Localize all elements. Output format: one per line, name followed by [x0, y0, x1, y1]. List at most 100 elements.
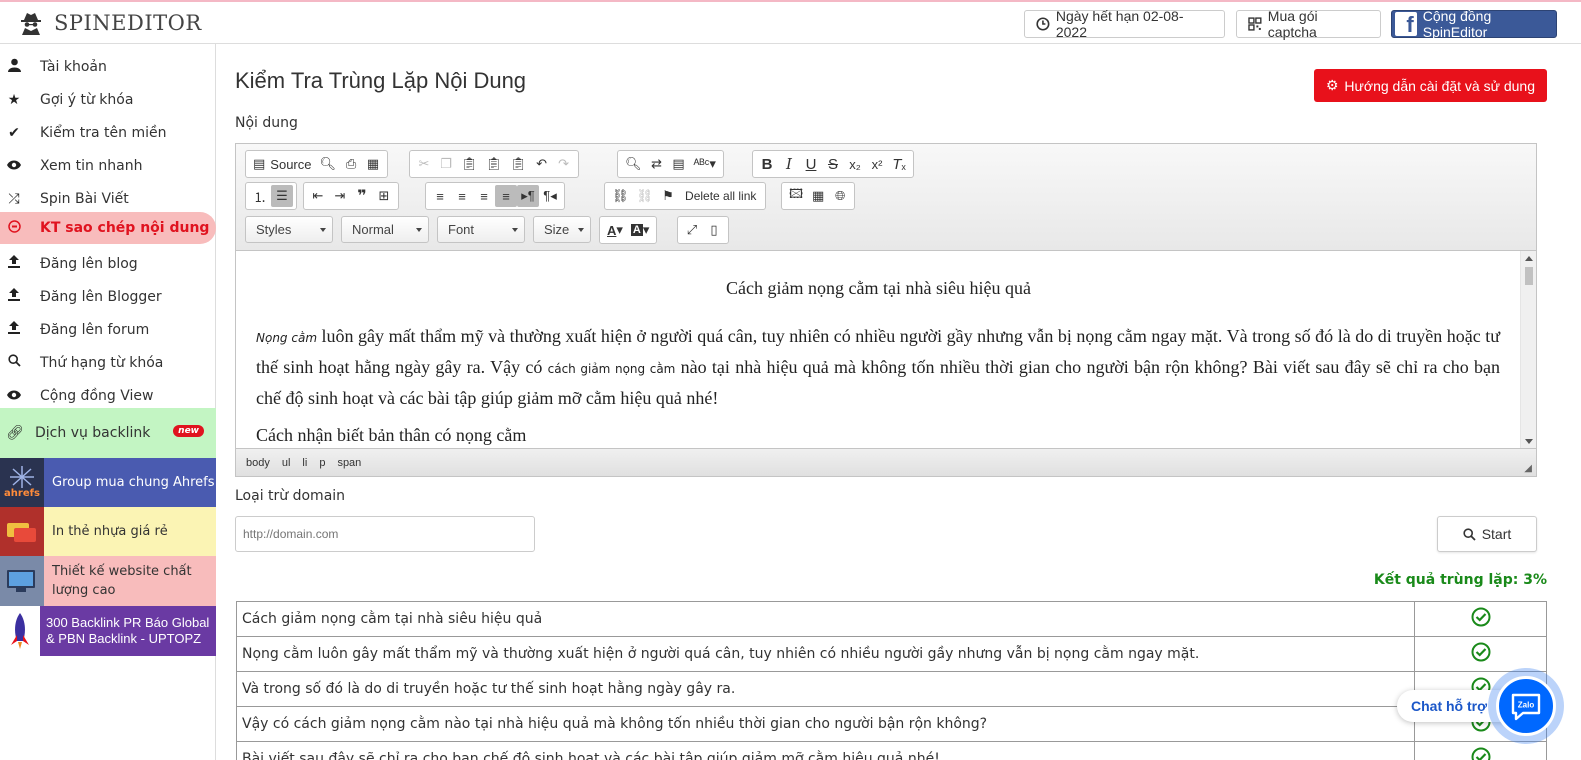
- expiry-button[interactable]: Ngày hết hạn 02-08-2022: [1024, 8, 1225, 40]
- strike-icon[interactable]: S: [822, 153, 844, 175]
- italic-icon[interactable]: I: [778, 153, 800, 175]
- font-select[interactable]: Font: [437, 216, 525, 243]
- sidebar-item-backlink[interactable]: 🔗︎ Dịch vụ backlink new: [0, 408, 216, 458]
- size-select[interactable]: Size: [533, 216, 591, 243]
- path-item[interactable]: body: [246, 457, 270, 469]
- card-thumb-image: [0, 507, 44, 556]
- sidebar-item-label: Đăng lên blog: [40, 255, 138, 272]
- image-icon[interactable]: 🖾: [785, 185, 807, 207]
- resize-handle-icon[interactable]: ◢: [1524, 463, 1532, 474]
- source-label: Source: [270, 156, 312, 172]
- paste-icon[interactable]: 📋︎: [457, 153, 482, 175]
- redo-icon[interactable]: ↷: [553, 153, 575, 175]
- align-left-icon[interactable]: ≡: [429, 185, 451, 207]
- spellcheck-icon[interactable]: ᴬᴮᶜ▾: [690, 153, 720, 175]
- rtl-icon[interactable]: ¶◂: [539, 185, 561, 207]
- select-all-icon[interactable]: ▤: [668, 153, 690, 175]
- sidebar-item-account[interactable]: Tài khoản: [0, 50, 216, 83]
- find-icon[interactable]: 🔍︎: [621, 153, 646, 175]
- source-icon: ▤: [253, 156, 266, 171]
- sidebar-item-post-blog[interactable]: Đăng lên blog: [0, 247, 216, 280]
- source-button[interactable]: ▤ Source: [249, 153, 316, 175]
- toolbar-group-document: ▤ Source 🔍︎ ⎙ ▦: [245, 150, 389, 178]
- copy-icon[interactable]: ❐: [435, 153, 457, 175]
- user-icon: [7, 58, 21, 76]
- upload-icon: [7, 321, 21, 338]
- bulleted-list-icon[interactable]: ☰: [271, 185, 293, 207]
- sidebar-item-quick-news[interactable]: Xem tin nhanh: [0, 149, 216, 182]
- facebook-icon: f: [1395, 12, 1417, 36]
- ad-website-design[interactable]: Thiết kế website chất lượng cao: [0, 556, 216, 606]
- remove-format-icon[interactable]: Tₓ: [888, 153, 910, 175]
- start-button[interactable]: Start: [1437, 516, 1537, 552]
- scroll-thumb[interactable]: [1525, 267, 1533, 285]
- ad-plastic-card[interactable]: In thẻ nhựa giá rẻ: [0, 507, 216, 556]
- ad-uptopz[interactable]: 300 Backlink PR Báo Global & PBN Backlin…: [0, 606, 216, 656]
- captcha-label: Mua gói captcha: [1267, 8, 1318, 40]
- anchor-icon[interactable]: ⚑: [657, 185, 679, 207]
- unlink-icon[interactable]: ⛓: [633, 185, 658, 207]
- domain-input[interactable]: [235, 516, 535, 552]
- sidebar-item-post-blogger[interactable]: Đăng lên Blogger: [0, 280, 216, 313]
- path-item[interactable]: p: [319, 457, 325, 469]
- zalo-chat-button[interactable]: Zalo: [1488, 668, 1564, 744]
- guide-button[interactable]: ⚙ Hướng dẫn cài đặt và sử dung: [1313, 69, 1547, 102]
- ad-ahrefs[interactable]: ahrefs Group mua chung Ahrefs: [0, 458, 216, 507]
- table-icon[interactable]: ▦: [807, 185, 829, 207]
- superscript-icon[interactable]: x²: [866, 153, 888, 175]
- paste-text-icon[interactable]: 📋︎: [482, 153, 507, 175]
- subscript-icon[interactable]: x₂: [844, 153, 866, 175]
- path-item[interactable]: li: [302, 457, 307, 469]
- sentence-cell: Nọng cằm luôn gây mất thẩm mỹ và thường …: [236, 636, 1415, 672]
- results-table: Cách giảm nọng cằm tại nhà siêu hiệu quả…: [236, 601, 1547, 760]
- sidebar-item-label: Đăng lên forum: [40, 321, 150, 338]
- path-item[interactable]: span: [337, 457, 361, 469]
- sentence-cell: Cách giảm nọng cằm tại nhà siêu hiệu quả: [236, 601, 1415, 637]
- align-justify-icon[interactable]: ≡: [495, 185, 517, 207]
- paste-word-icon[interactable]: 📋︎: [506, 153, 531, 175]
- sidebar-item-copy-check[interactable]: KT sao chép nội dung: [0, 212, 216, 244]
- rich-text-editor[interactable]: ▤ Source 🔍︎ ⎙ ▦ ✂ ❐ 📋︎ 📋︎ 📋︎ ↶ ↷ 🔍︎ ⇄ ▤ ᴬ…: [235, 143, 1537, 477]
- ltr-icon[interactable]: ▸¶: [517, 185, 539, 207]
- align-right-icon[interactable]: ≡: [473, 185, 495, 207]
- sidebar: Tài khoản ★ Gợi ý từ khóa ✔ Kiểm tra tên…: [0, 44, 216, 760]
- search-icon: [7, 354, 21, 371]
- sidebar-item-spin[interactable]: ⤮ Spin Bài Viết: [0, 182, 216, 215]
- delete-all-link-button[interactable]: Delete all link: [679, 185, 762, 207]
- iframe-icon[interactable]: 🌐︎: [829, 185, 851, 207]
- indent-icon[interactable]: ⇥: [329, 185, 351, 207]
- print-icon[interactable]: ⎙: [340, 153, 362, 175]
- sidebar-item-domain-check[interactable]: ✔ Kiểm tra tên miền: [0, 116, 216, 149]
- bg-color-icon[interactable]: A ▾: [627, 219, 653, 241]
- div-container-icon[interactable]: ⊞: [373, 185, 395, 207]
- toolbar-group-blocks: ⇤ ⇥ ❞ ⊞: [303, 182, 399, 210]
- sidebar-item-keyword-suggest[interactable]: ★ Gợi ý từ khóa: [0, 83, 216, 116]
- editor-scrollbar[interactable]: [1520, 251, 1536, 449]
- replace-icon[interactable]: ⇄: [646, 153, 668, 175]
- align-center-icon[interactable]: ≡: [451, 185, 473, 207]
- sidebar-item-label: KT sao chép nội dung: [40, 220, 210, 236]
- templates-icon[interactable]: ▦: [362, 153, 384, 175]
- brand[interactable]: SPINEDITOR: [18, 10, 202, 36]
- preview-icon[interactable]: 🔍︎: [316, 153, 341, 175]
- maximize-icon[interactable]: ⤢: [681, 219, 703, 241]
- bold-icon[interactable]: B: [756, 153, 778, 175]
- cut-icon[interactable]: ✂: [413, 153, 435, 175]
- link-icon[interactable]: ⛓: [608, 185, 633, 207]
- underline-icon[interactable]: U: [800, 153, 822, 175]
- format-select[interactable]: Normal: [341, 216, 429, 243]
- path-item[interactable]: ul: [282, 457, 291, 469]
- text-color-icon[interactable]: A ▾: [603, 219, 627, 241]
- numbered-list-icon[interactable]: ⒈: [249, 185, 271, 207]
- sidebar-item-keyword-rank[interactable]: Thứ hạng từ khóa: [0, 346, 216, 379]
- zalo-icon: Zalo: [1496, 676, 1556, 736]
- sidebar-item-post-forum[interactable]: Đăng lên forum: [0, 313, 216, 346]
- show-blocks-icon[interactable]: ▯: [703, 219, 725, 241]
- captcha-button[interactable]: Mua gói captcha: [1236, 8, 1381, 40]
- blockquote-icon[interactable]: ❞: [351, 185, 373, 207]
- outdent-icon[interactable]: ⇤: [307, 185, 329, 207]
- community-button[interactable]: f Cộng đồng SpinEditor: [1391, 8, 1557, 40]
- styles-select[interactable]: Styles: [245, 216, 333, 243]
- undo-icon[interactable]: ↶: [531, 153, 553, 175]
- editor-content[interactable]: Cách giảm nọng cằm tại nhà siêu hiệu quả…: [236, 251, 1521, 449]
